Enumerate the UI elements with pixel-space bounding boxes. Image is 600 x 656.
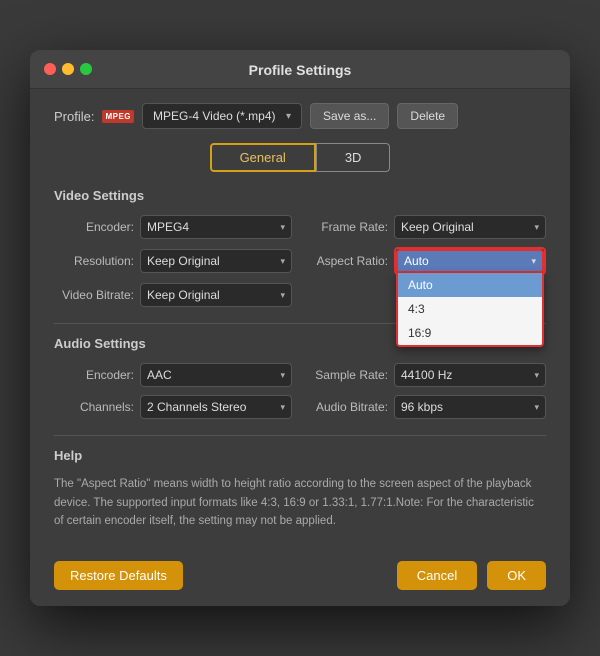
save-as-button[interactable]: Save as... <box>310 103 389 129</box>
audio-encoder-row: Encoder: AAC ▾ <box>54 363 292 387</box>
aspect-option-auto[interactable]: Auto <box>398 273 542 297</box>
video-bitrate-row: Video Bitrate: Keep Original ▾ <box>54 283 292 307</box>
audio-settings-section: Audio Settings Encoder: AAC ▾ Sample Rat… <box>54 336 546 419</box>
resolution-value: Keep Original <box>147 254 220 268</box>
profile-row: Profile: MPEG MPEG-4 Video (*.mp4) ▾ Sav… <box>54 103 546 129</box>
sample-rate-dropdown[interactable]: 44100 Hz ▾ <box>394 363 546 387</box>
bottom-bar: Restore Defaults Cancel OK <box>30 549 570 606</box>
aspect-option-16-9[interactable]: 16:9 <box>398 321 542 345</box>
channels-value: 2 Channels Stereo <box>147 400 246 414</box>
right-buttons: Cancel OK <box>397 561 546 590</box>
aspect-ratio-container: Auto ▾ Auto 4:3 16:9 <box>394 247 546 275</box>
video-settings-section: Video Settings Encoder: MPEG4 ▾ Frame Ra… <box>54 188 546 307</box>
audio-bitrate-dropdown[interactable]: 96 kbps ▾ <box>394 395 546 419</box>
help-title: Help <box>54 448 546 463</box>
channels-dropdown[interactable]: 2 Channels Stereo ▾ <box>140 395 292 419</box>
title-bar: Profile Settings <box>30 50 570 89</box>
encoder-value: MPEG4 <box>147 220 189 234</box>
channels-chevron-icon: ▾ <box>280 402 285 413</box>
audio-encoder-value: AAC <box>147 368 172 382</box>
encoder-row: Encoder: MPEG4 ▾ <box>54 215 292 239</box>
section-divider-2 <box>54 435 546 436</box>
main-window: Profile Settings Profile: MPEG MPEG-4 Vi… <box>30 50 570 605</box>
profile-icon: MPEG <box>102 110 134 123</box>
maximize-button[interactable] <box>80 63 92 75</box>
frame-rate-dropdown[interactable]: Keep Original ▾ <box>394 215 546 239</box>
window-content: Profile: MPEG MPEG-4 Video (*.mp4) ▾ Sav… <box>30 89 570 548</box>
audio-encoder-chevron-icon: ▾ <box>280 370 285 381</box>
channels-label: Channels: <box>54 400 134 414</box>
audio-bitrate-chevron-icon: ▾ <box>534 402 539 413</box>
aspect-ratio-label: Aspect Ratio: <box>308 254 388 268</box>
profile-value: MPEG-4 Video (*.mp4) <box>153 109 276 123</box>
resolution-label: Resolution: <box>54 254 134 268</box>
close-button[interactable] <box>44 63 56 75</box>
frame-rate-value: Keep Original <box>401 220 474 234</box>
minimize-button[interactable] <box>62 63 74 75</box>
sample-rate-chevron-icon: ▾ <box>534 370 539 381</box>
window-title: Profile Settings <box>249 62 352 78</box>
frame-rate-label: Frame Rate: <box>308 220 388 234</box>
video-bitrate-value: Keep Original <box>147 288 220 302</box>
video-bitrate-dropdown[interactable]: Keep Original ▾ <box>140 283 292 307</box>
video-settings-title: Video Settings <box>54 188 546 203</box>
cancel-button[interactable]: Cancel <box>397 561 477 590</box>
traffic-lights <box>44 63 92 75</box>
sample-rate-row: Sample Rate: 44100 Hz ▾ <box>308 363 546 387</box>
help-text: The "Aspect Ratio" means width to height… <box>54 475 546 530</box>
channels-row: Channels: 2 Channels Stereo ▾ <box>54 395 292 419</box>
aspect-option-4-3[interactable]: 4:3 <box>398 297 542 321</box>
aspect-ratio-options: Auto 4:3 16:9 <box>396 273 544 347</box>
profile-chevron-icon: ▾ <box>286 111 291 122</box>
video-bitrate-chevron-icon: ▾ <box>280 290 285 301</box>
aspect-ratio-value: Auto <box>404 254 429 268</box>
delete-button[interactable]: Delete <box>397 103 458 129</box>
sample-rate-value: 44100 Hz <box>401 368 452 382</box>
profile-dropdown[interactable]: MPEG-4 Video (*.mp4) ▾ <box>142 103 302 129</box>
encoder-chevron-icon: ▾ <box>280 222 285 233</box>
audio-encoder-dropdown[interactable]: AAC ▾ <box>140 363 292 387</box>
audio-bitrate-label: Audio Bitrate: <box>308 400 388 414</box>
video-bitrate-label: Video Bitrate: <box>54 288 134 302</box>
video-fields-grid: Encoder: MPEG4 ▾ Frame Rate: Keep Origin… <box>54 215 546 307</box>
audio-encoder-label: Encoder: <box>54 368 134 382</box>
frame-rate-chevron-icon: ▾ <box>534 222 539 233</box>
resolution-dropdown[interactable]: Keep Original ▾ <box>140 249 292 273</box>
audio-bitrate-row: Audio Bitrate: 96 kbps ▾ <box>308 395 546 419</box>
profile-label: Profile: <box>54 109 94 124</box>
tab-3d[interactable]: 3D <box>316 143 391 172</box>
sample-rate-label: Sample Rate: <box>308 368 388 382</box>
resolution-row: Resolution: Keep Original ▾ <box>54 247 292 275</box>
tabs-row: General 3D <box>54 143 546 172</box>
aspect-ratio-row: Aspect Ratio: Auto ▾ Auto 4:3 16:9 <box>308 247 546 275</box>
tab-general[interactable]: General <box>210 143 316 172</box>
audio-fields-grid: Encoder: AAC ▾ Sample Rate: 44100 Hz ▾ <box>54 363 546 419</box>
encoder-dropdown[interactable]: MPEG4 ▾ <box>140 215 292 239</box>
audio-bitrate-value: 96 kbps <box>401 400 443 414</box>
frame-rate-row: Frame Rate: Keep Original ▾ <box>308 215 546 239</box>
aspect-ratio-chevron-icon: ▾ <box>531 256 536 267</box>
aspect-ratio-dropdown[interactable]: Auto ▾ <box>396 249 544 273</box>
restore-defaults-button[interactable]: Restore Defaults <box>54 561 183 590</box>
resolution-chevron-icon: ▾ <box>280 256 285 267</box>
help-section: Help The "Aspect Ratio" means width to h… <box>54 448 546 530</box>
encoder-label: Encoder: <box>54 220 134 234</box>
ok-button[interactable]: OK <box>487 561 546 590</box>
